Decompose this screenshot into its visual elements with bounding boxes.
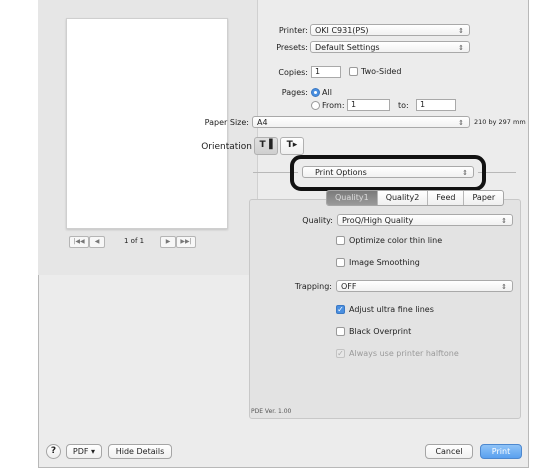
previous-page-button[interactable]: ◀ (89, 236, 105, 248)
quality-value: ProQ/High Quality (342, 216, 414, 225)
pages-to-field[interactable]: 1 (416, 99, 456, 111)
orientation-label: Orientation (201, 142, 252, 152)
pdf-menu-button[interactable]: PDF ▾ (66, 444, 102, 459)
next-page-button[interactable]: ▶ (160, 236, 176, 248)
optimize-color-label: Optimize color thin line (349, 236, 443, 245)
pages-label: Pages: (281, 88, 308, 97)
copies-field[interactable]: 1 (311, 66, 341, 78)
copies-label: Copies: (278, 68, 308, 77)
presets-popup[interactable]: Default Settings ⇕ (310, 41, 470, 53)
popup-arrows-icon: ⇕ (501, 283, 507, 291)
first-page-button[interactable]: |◀◀ (69, 236, 89, 248)
portrait-orientation-icon[interactable]: T▐ (254, 137, 278, 155)
two-sided-label: Two-Sided (361, 67, 402, 76)
pages-to-label: to: (398, 101, 409, 110)
tab-quality1[interactable]: Quality1 (327, 191, 378, 205)
image-smoothing-label: Image Smoothing (349, 258, 420, 267)
pages-from-radio[interactable] (311, 101, 320, 110)
help-button[interactable]: ? (46, 444, 61, 459)
printer-label: Printer: (278, 26, 308, 35)
tab-quality2[interactable]: Quality2 (378, 191, 429, 205)
optimize-color-checkbox[interactable] (336, 236, 345, 245)
presets-label: Presets: (276, 43, 308, 52)
printer-halftone-label: Always use printer halftone (349, 349, 459, 358)
paper-size-popup[interactable]: A4 ⇕ (252, 116, 470, 128)
popup-arrows-icon: ⇕ (458, 44, 464, 52)
print-button[interactable]: Print (480, 444, 522, 459)
two-sided-checkbox[interactable] (349, 67, 358, 76)
quality-popup[interactable]: ProQ/High Quality ⇕ (337, 214, 513, 226)
pages-all-radio[interactable] (311, 88, 320, 97)
black-overprint-checkbox[interactable] (336, 327, 345, 336)
adjust-fine-lines-checkbox[interactable]: ✓ (336, 305, 345, 314)
checkmark-icon: ✓ (337, 305, 344, 314)
pages-from-label: From: (322, 101, 345, 110)
popup-arrows-icon: ⇕ (458, 27, 464, 35)
popup-arrows-icon: ⇕ (458, 119, 464, 127)
paper-size-label: Paper Size: (204, 118, 249, 127)
tab-paper[interactable]: Paper (464, 191, 503, 205)
page-indicator: 1 of 1 (124, 237, 145, 245)
pages-from-field[interactable]: 1 (347, 99, 390, 111)
trapping-value: OFF (341, 282, 357, 291)
presets-value: Default Settings (315, 43, 380, 52)
printer-popup[interactable]: OKI C931(PS) ⇕ (310, 24, 470, 36)
adjust-fine-lines-label: Adjust ultra fine lines (349, 305, 434, 314)
last-page-button[interactable]: ▶▶| (176, 236, 196, 248)
tab-bar: Quality1 Quality2 Feed Paper (326, 190, 505, 206)
pde-version: PDE Ver. 1.00 (251, 408, 292, 415)
pages-all-label: All (322, 88, 332, 97)
popup-arrows-icon: ⇕ (501, 217, 507, 225)
tab-feed[interactable]: Feed (428, 191, 465, 205)
trapping-label: Trapping: (294, 282, 332, 291)
trapping-popup[interactable]: OFF ⇕ (336, 280, 513, 292)
quality-label: Quality: (302, 216, 333, 225)
landscape-orientation-icon[interactable]: T▸ (280, 137, 304, 155)
printer-value: OKI C931(PS) (315, 26, 369, 35)
black-overprint-label: Black Overprint (349, 327, 412, 336)
cancel-button[interactable]: Cancel (425, 444, 473, 459)
paper-dimensions: 210 by 297 mm (474, 118, 526, 126)
hide-details-button[interactable]: Hide Details (108, 444, 172, 459)
paper-size-value: A4 (257, 118, 268, 127)
checkmark-icon: ✓ (337, 349, 344, 358)
printer-halftone-checkbox[interactable]: ✓ (336, 349, 345, 358)
print-options-highlight (290, 155, 486, 191)
image-smoothing-checkbox[interactable] (336, 258, 345, 267)
